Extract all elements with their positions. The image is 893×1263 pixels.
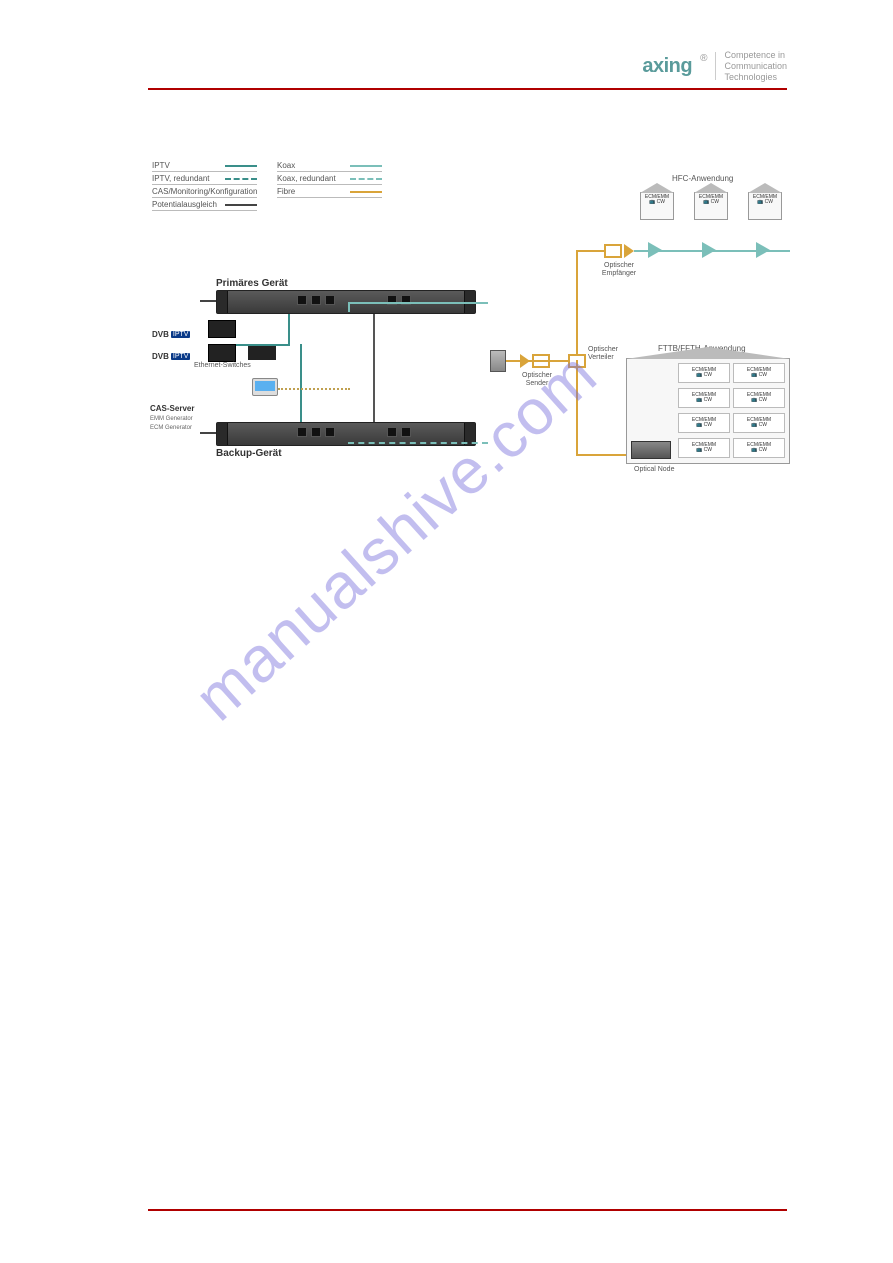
grounding-block [490,350,506,372]
tagline-line-3: Technologies [724,72,777,82]
legend-col-1: IPTV IPTV, redundant CAS/Monitoring/Konf… [152,160,257,211]
apartment-5: ECM/EMM📺 CW [678,413,730,433]
line-koax-redundant [348,442,488,444]
tagline-line-1: Competence in [724,50,785,60]
swatch-iptv-redundant [225,178,257,180]
line-pe-2 [200,432,216,434]
line-iptv [288,314,290,344]
apartment-grid: ECM/EMM📺 CW ECM/EMM📺 CW ECM/EMM📺 CW ECM/… [678,363,785,460]
dvb-iptv-label-2: DVBIPTV [152,352,190,361]
optical-node [631,441,671,459]
swatch-fibre [350,191,382,193]
config-laptop [252,378,278,396]
hfc-house-1: ECM/EMM📺 CW [640,192,674,220]
line-koax [348,302,488,304]
dvb-source-2 [208,344,236,362]
optical-receiver-label: Optischer Empfänger [596,262,642,277]
brand-logo: axing ® Competence in Communication Tech… [642,50,787,82]
legend-iptv-redundant: IPTV, redundant [152,173,257,185]
tagline-line-2: Communication [724,61,787,71]
optical-node-label: Optical Node [634,466,674,473]
fttb-building: ECM/EMM📺 CW ECM/EMM📺 CW ECM/EMM📺 CW ECM/… [626,358,790,464]
swatch-pe [225,204,257,206]
legend-cas: CAS/Monitoring/Konfiguration [152,186,257,198]
line-fibre-down [576,360,578,456]
amplifier-3 [756,242,770,258]
line-cas [278,388,350,390]
line-pe-1 [200,300,216,302]
optical-receiver-tri [624,244,634,258]
legend-koax-redundant: Koax, redundant [277,173,382,185]
apartment-6: ECM/EMM📺 CW [733,413,785,433]
brand-tagline: Competence in Communication Technologies [724,50,787,82]
legend-col-2: Koax Koax, redundant Fibre [277,160,382,211]
apartment-7: ECM/EMM📺 CW [678,438,730,458]
legend-pe: Potentialausgleich [152,199,257,211]
line-iptv-2 [300,344,302,422]
brand-registered: ® [700,53,707,64]
amplifier-2 [702,242,716,258]
optical-sender-label: Optischer Sender [516,372,558,387]
hfc-house-2: ECM/EMM📺 CW [694,192,728,220]
brand-name: axing [642,55,692,78]
page-header: axing ® Competence in Communication Tech… [148,50,787,90]
primary-device-label: Primäres Gerät [216,278,288,289]
apartment-3: ECM/EMM📺 CW [678,388,730,408]
legend-koax: Koax [277,160,382,172]
line-iptv-h [236,344,290,346]
apartment-4: ECM/EMM📺 CW [733,388,785,408]
line-interlink-arrow [373,314,375,422]
apartment-2: ECM/EMM📺 CW [733,363,785,383]
ethernet-switches-label: Ethernet-Switches [194,362,251,369]
legend: IPTV IPTV, redundant CAS/Monitoring/Konf… [152,160,382,211]
line-fibre-1 [506,360,568,362]
legend-fibre: Fibre [277,186,382,198]
cas-server-label: CAS-Server EMM Generator ECM Generator [150,404,194,431]
apartment-1: ECM/EMM📺 CW [678,363,730,383]
hfc-title: HFC-Anwendung [672,174,733,183]
footer-divider [148,1209,787,1211]
hfc-house-3: ECM/EMM📺 CW [748,192,782,220]
logo-divider [715,52,716,80]
amplifier-1 [648,242,662,258]
optical-receiver [604,244,622,258]
backup-device-label: Backup-Gerät [216,448,282,459]
apartment-8: ECM/EMM📺 CW [733,438,785,458]
swatch-koax-redundant [350,178,382,180]
swatch-iptv [225,165,257,167]
swatch-koax [350,165,382,167]
legend-iptv: IPTV [152,160,257,172]
ethernet-switch [248,346,276,360]
line-fibre-up [576,250,578,354]
dvb-source-1 [208,320,236,338]
network-diagram: IPTV IPTV, redundant CAS/Monitoring/Konf… [148,150,787,490]
dvb-iptv-label-1: DVBIPTV [152,330,190,339]
